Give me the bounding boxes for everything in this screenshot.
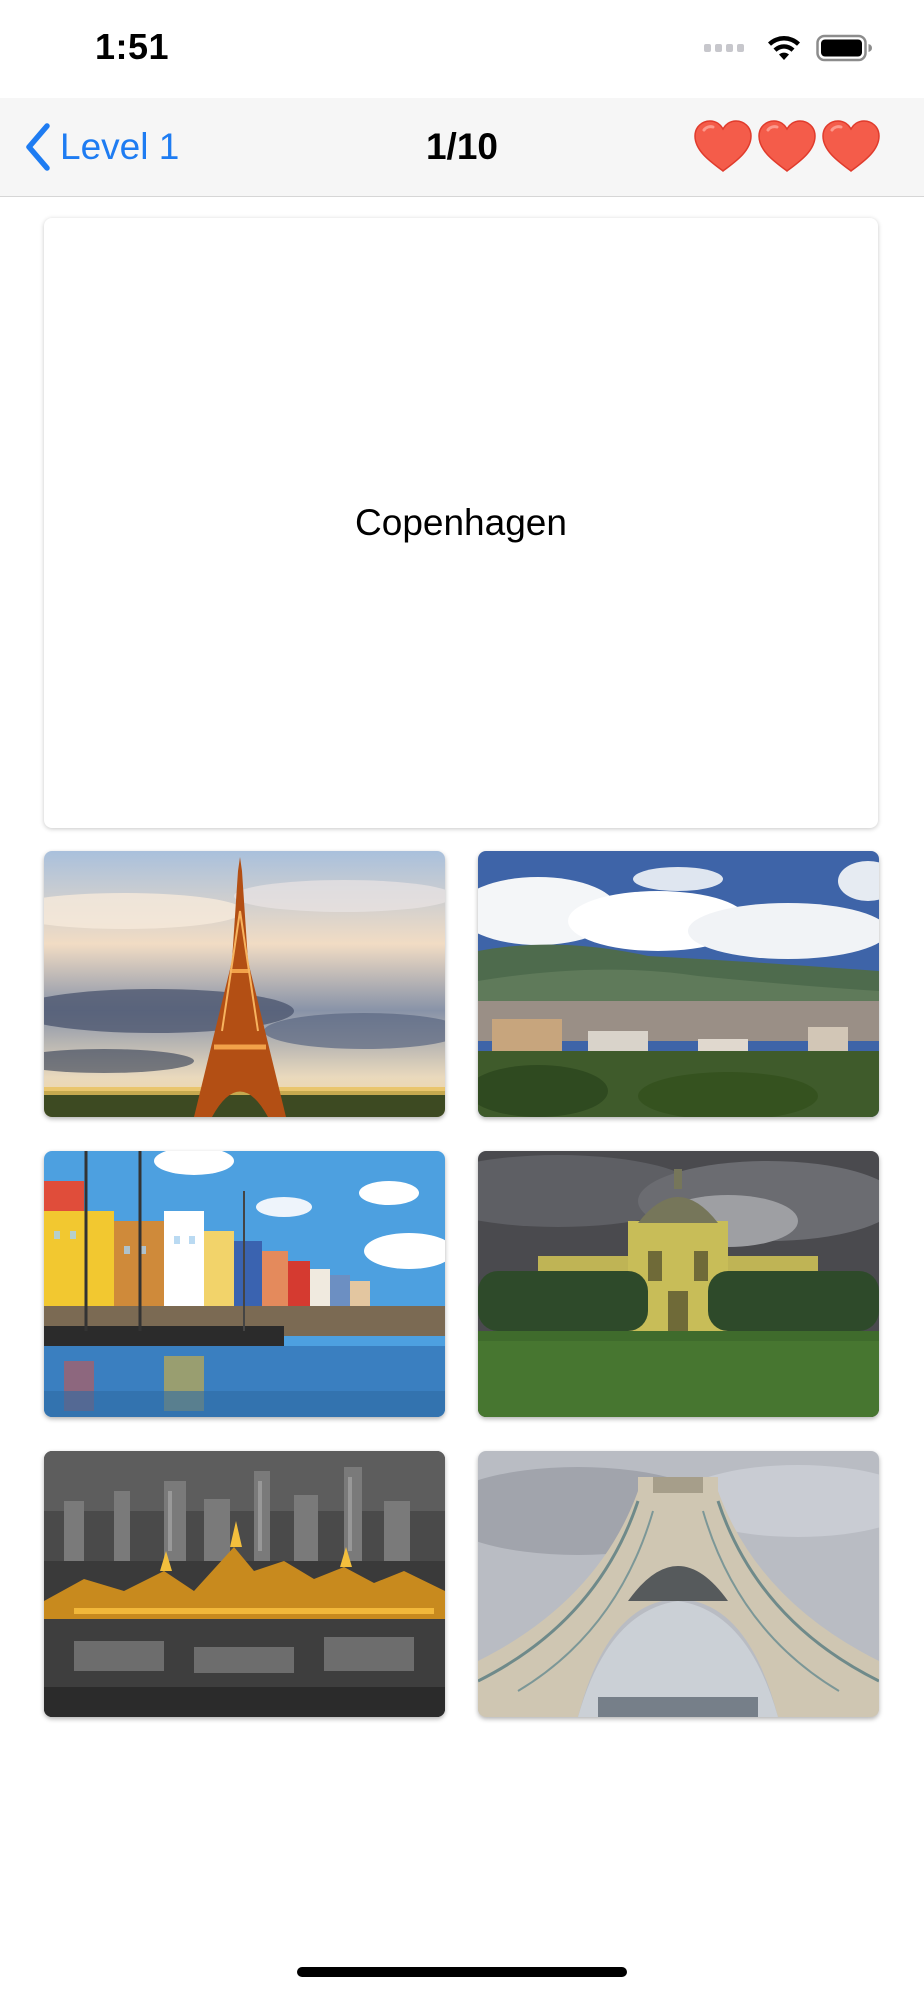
lives-indicator — [692, 118, 882, 174]
night-temple-skyline-photo — [44, 1451, 445, 1717]
eiffel-tower-photo — [44, 851, 445, 1117]
heart-icon — [758, 120, 816, 172]
status-bar: 1:51 — [0, 0, 924, 98]
answer-option-6[interactable] — [478, 1451, 879, 1717]
azadi-tower-photo — [478, 1451, 879, 1717]
status-time: 1:51 — [95, 26, 170, 67]
answer-option-2[interactable] — [478, 851, 879, 1117]
mountain-city-photo — [478, 851, 879, 1117]
wifi-icon — [768, 36, 800, 60]
question-card: Copenhagen — [44, 218, 878, 828]
answer-option-5[interactable] — [44, 1451, 445, 1717]
question-city-name: Copenhagen — [355, 502, 567, 543]
yellow-palace-photo — [478, 1151, 879, 1417]
answer-option-4[interactable] — [478, 1151, 879, 1417]
answer-option-3[interactable] — [44, 1151, 445, 1417]
answer-option-1[interactable] — [44, 851, 445, 1117]
home-indicator[interactable] — [297, 1967, 627, 1977]
navigation-bar: Level 1 1/10 — [0, 98, 924, 197]
heart-icon — [822, 120, 880, 172]
battery-icon — [816, 34, 872, 62]
nyhavn-harbor-photo — [44, 1151, 445, 1417]
status-icons — [704, 34, 874, 62]
heart-icon — [694, 120, 752, 172]
cellular-signal-icon — [704, 44, 744, 52]
